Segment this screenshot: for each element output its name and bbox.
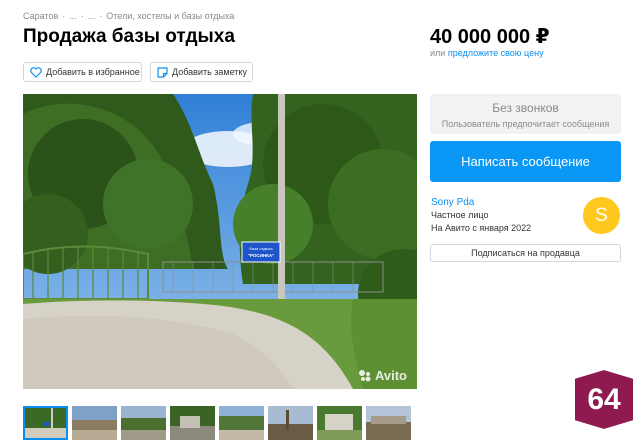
seller-since: На Авито с января 2022 bbox=[431, 223, 532, 233]
region-badge-number: 64 bbox=[587, 382, 621, 416]
breadcrumb-item-category[interactable]: Отели, хостелы и базы отдыха bbox=[106, 11, 234, 21]
no-calls-notice: Без звонков Пользователь предпочитает со… bbox=[430, 94, 621, 134]
page-title: Продажа базы отдыха bbox=[23, 26, 235, 47]
photo-thumbnail[interactable] bbox=[170, 406, 215, 440]
watermark-text: Avito bbox=[374, 368, 407, 383]
avito-logo-icon bbox=[358, 369, 372, 383]
add-note-button[interactable]: Добавить заметку bbox=[150, 62, 253, 82]
price: 40 000 000 ₽ bbox=[430, 26, 550, 48]
seller-name-link[interactable]: Sony Pda bbox=[431, 197, 474, 208]
sign-text-line2: "РОСИНКА" bbox=[248, 253, 274, 258]
photo-thumbnails bbox=[23, 406, 417, 440]
offer-price-link[interactable]: предложите свою цену bbox=[448, 48, 544, 58]
no-calls-title: Без звонков bbox=[492, 101, 559, 115]
photo-thumbnail[interactable] bbox=[268, 406, 313, 440]
add-to-favorites-button[interactable]: Добавить в избранное bbox=[23, 62, 142, 82]
main-photo[interactable]: База отдыха "РОСИНКА" Avito bbox=[23, 94, 417, 389]
add-to-favorites-label: Добавить в избранное bbox=[46, 67, 140, 77]
photo-thumbnail[interactable] bbox=[366, 406, 411, 440]
price-offer-or: или bbox=[430, 48, 446, 58]
photo-thumbnail[interactable] bbox=[317, 406, 362, 440]
no-calls-subtitle: Пользователь предпочитает сообщения bbox=[441, 119, 610, 129]
price-offer: или предложите свою цену bbox=[430, 48, 544, 58]
breadcrumb-item-ellipsis[interactable]: ... bbox=[69, 11, 77, 21]
seller-type: Частное лицо bbox=[431, 210, 489, 220]
heart-icon bbox=[30, 66, 42, 78]
sign-text-line1: База отдыха bbox=[249, 246, 273, 251]
avatar[interactable]: S bbox=[583, 197, 620, 234]
photo-thumbnail[interactable] bbox=[72, 406, 117, 440]
add-note-label: Добавить заметку bbox=[172, 67, 247, 77]
note-icon bbox=[157, 66, 168, 78]
watermark: Avito bbox=[358, 368, 407, 383]
region-badge: 64 bbox=[572, 367, 636, 432]
photo-thumbnail[interactable] bbox=[219, 406, 264, 440]
photo-thumbnail[interactable] bbox=[121, 406, 166, 440]
write-message-button[interactable]: Написать сообщение bbox=[430, 141, 621, 182]
photo-thumbnail[interactable] bbox=[23, 406, 68, 440]
breadcrumb: Саратов ·... ·... · Отели, хостелы и базы от… bbox=[23, 11, 235, 21]
breadcrumb-item-city[interactable]: Саратов bbox=[23, 11, 58, 21]
breadcrumb-item-ellipsis[interactable]: ... bbox=[88, 11, 96, 21]
subscribe-seller-button[interactable]: Подписаться на продавца bbox=[430, 244, 621, 262]
